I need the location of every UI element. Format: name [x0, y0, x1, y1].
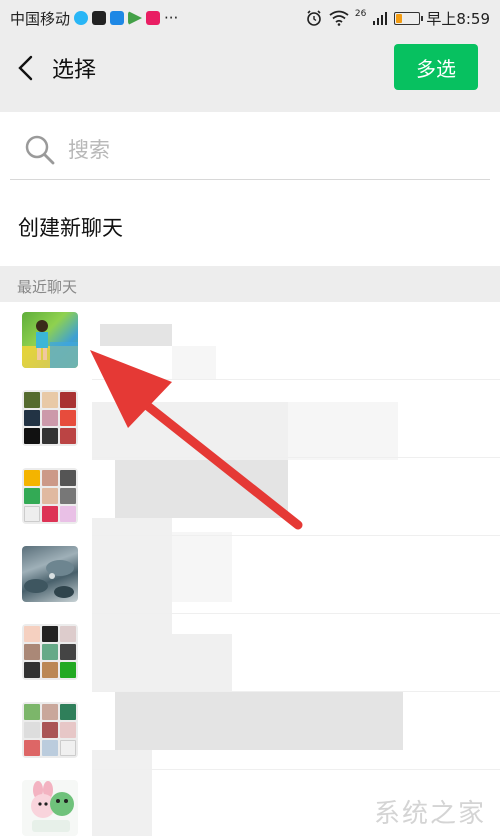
alarm-icon: [307, 10, 321, 26]
wifi-icon: [329, 10, 349, 26]
network-type-label: 26: [354, 9, 367, 19]
chat-row[interactable]: [0, 380, 500, 458]
clock: 早上8:59: [426, 9, 490, 28]
status-bar: 中国移动 ··· 26 早上8:59: [0, 0, 500, 36]
status-left: 中国移动 ···: [10, 8, 178, 29]
search-input[interactable]: [68, 137, 448, 162]
cartoon-avatar: [31, 781, 74, 832]
search-icon: [25, 135, 55, 164]
battery-level: [396, 13, 403, 23]
group-avatar: [22, 390, 78, 446]
multi-select-button[interactable]: 多选: [394, 44, 478, 90]
chevron-left-icon: [18, 55, 33, 81]
chat-row[interactable]: [0, 458, 500, 536]
chat-row[interactable]: [0, 536, 500, 614]
signal-icon: [373, 12, 388, 25]
video-app-icon: [146, 11, 161, 25]
tiktok-icon: [92, 11, 107, 25]
carrier-label: 中国移动: [10, 9, 71, 28]
group-avatar: [22, 702, 78, 758]
back-button[interactable]: [0, 36, 52, 100]
group-avatar: [22, 468, 78, 524]
group-avatar: [22, 624, 78, 680]
chat-row[interactable]: [0, 302, 500, 380]
app-screen: 中国移动 ··· 26 早上8:59 选择 多选 搜索 创建新聊天 最近聊天 系…: [0, 0, 500, 836]
shield-app-icon: [110, 11, 125, 25]
search-bar[interactable]: [10, 120, 490, 180]
recent-chats-header: 最近聊天: [0, 270, 500, 302]
app-notification-icon: [74, 11, 89, 25]
top-bar: 选择 多选: [0, 36, 500, 100]
search-section: 创建新聊天: [0, 112, 500, 266]
chat-row[interactable]: [0, 692, 500, 770]
create-new-chat[interactable]: 创建新聊天: [18, 212, 123, 242]
status-right: 26 早上8:59: [305, 8, 490, 29]
chat-row[interactable]: [0, 614, 500, 692]
chat-list: [0, 302, 500, 836]
watermark: 系统之家: [373, 799, 486, 829]
child-photo: [22, 320, 78, 368]
page-title: 选择: [52, 58, 97, 83]
more-notifications: ···: [164, 9, 179, 27]
battery-icon: [394, 11, 424, 25]
avatar: [22, 780, 78, 836]
rocks-photo: [24, 560, 74, 598]
avatar: [22, 546, 78, 602]
play-app-icon: [128, 11, 143, 25]
avatar: [22, 312, 78, 368]
